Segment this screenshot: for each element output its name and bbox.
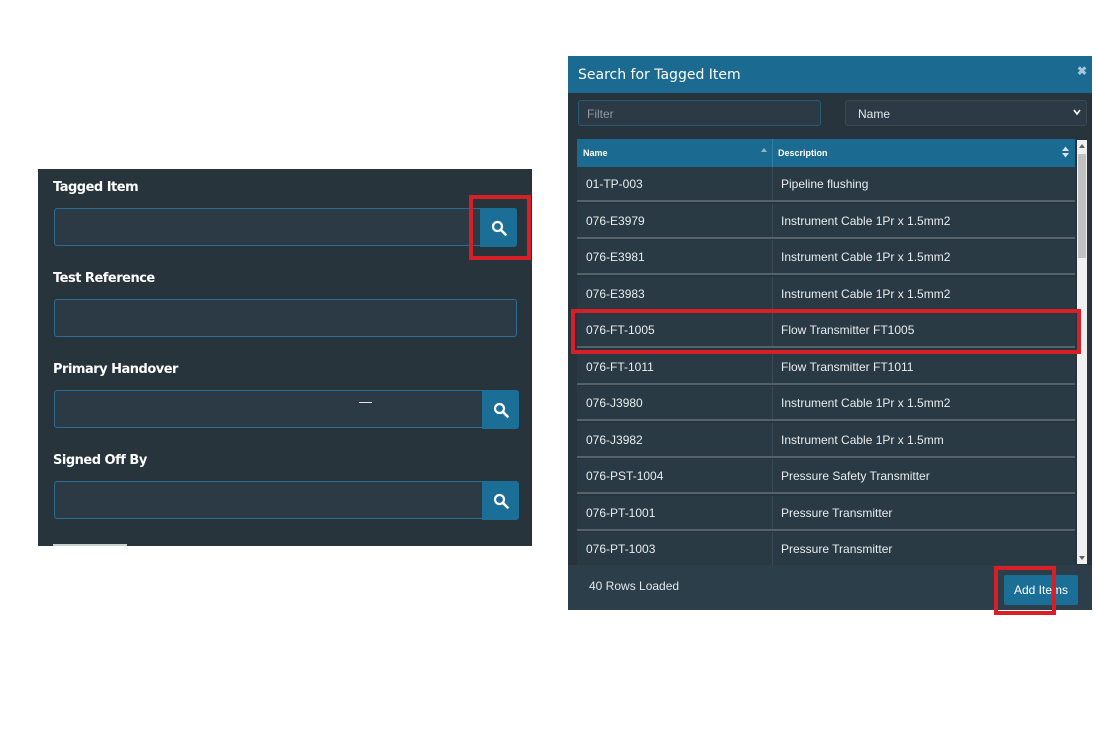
column-select-value: Name — [858, 107, 891, 121]
cell-name: 076-FT-1005 — [586, 323, 655, 337]
cell-name: 076-J3982 — [586, 432, 643, 447]
table-row[interactable]: 01-TP-003 Pipeline flushing — [577, 167, 1075, 202]
cell-description: Instrument Cable 1Pr x 1.5mm2 — [781, 286, 951, 301]
search-icon — [491, 220, 507, 236]
cell-name: 076-E3981 — [586, 250, 645, 264]
cell-description: Instrument Cable 1Pr x 1.5mm — [781, 432, 944, 447]
signed-off-by-input[interactable] — [54, 481, 517, 519]
cell-description: Instrument Cable 1Pr x 1.5mm2 — [781, 213, 951, 228]
table-row[interactable]: 076-E3981 Instrument Cable 1Pr x 1.5mm2 — [577, 240, 1075, 275]
table-row[interactable]: 076-E3983 Instrument Cable 1Pr x 1.5mm2 — [577, 276, 1075, 312]
cell-divider — [772, 276, 773, 310]
primary-handover-label: Primary Handover — [53, 362, 178, 377]
search-icon — [493, 402, 509, 418]
primary-handover-input[interactable] — [54, 390, 517, 428]
test-reference-input[interactable] — [54, 299, 517, 337]
form-panel: Tagged Item Test Reference Primary Hando… — [38, 169, 532, 546]
cell-name: 076-PT-1001 — [586, 505, 656, 520]
filter-input[interactable]: Filter — [578, 100, 821, 126]
cell-description: Flow Transmitter FT1005 — [781, 323, 915, 337]
signed-off-by-search-button[interactable] — [482, 481, 519, 520]
scroll-thumb[interactable] — [1078, 154, 1086, 258]
table-row[interactable]: 076-FT-1011 Flow Transmitter FT1011 — [577, 349, 1075, 385]
search-icon — [493, 493, 509, 509]
signed-off-by-label: Signed Off By — [53, 453, 147, 468]
close-icon[interactable]: ✖ — [1077, 64, 1087, 78]
cell-divider — [772, 313, 773, 346]
search-tagged-item-modal: Search for Tagged Item ✖ Filter Name Nam… — [568, 56, 1092, 610]
cell-description: Pressure Safety Transmitter — [781, 469, 930, 483]
table-row[interactable]: 076-E3979 Instrument Cable 1Pr x 1.5mm2 — [577, 203, 1075, 239]
cell-name: 076-FT-1011 — [586, 359, 654, 374]
cell-divider — [772, 167, 773, 200]
cell-name: 076-PT-1003 — [586, 542, 656, 556]
grid-scrollbar[interactable] — [1077, 140, 1087, 564]
cell-name: 01-TP-003 — [586, 177, 643, 191]
cell-name: 076-E3983 — [586, 286, 645, 301]
grid-header: Name Description — [577, 139, 1075, 167]
table-row[interactable]: 076-PST-1004 Pressure Safety Transmitter — [577, 459, 1075, 494]
primary-handover-search-button[interactable] — [482, 390, 519, 429]
scroll-up-arrow-icon[interactable] — [1079, 143, 1085, 149]
cell-divider — [772, 532, 773, 565]
table-row[interactable]: 076-J3982 Instrument Cable 1Pr x 1.5mm — [577, 422, 1075, 458]
cell-description: Pressure Transmitter — [781, 542, 893, 556]
cell-divider — [772, 349, 773, 383]
modal-header: Search for Tagged Item ✖ — [568, 56, 1092, 93]
tagged-item-input[interactable] — [54, 208, 517, 246]
next-field-label-cut-off — [53, 542, 133, 546]
table-row[interactable]: 076-PT-1001 Pressure Transmitter — [577, 495, 1075, 531]
cell-name: 076-PST-1004 — [586, 469, 664, 483]
cell-divider — [772, 459, 773, 492]
cell-name: 076-J3980 — [586, 396, 643, 410]
test-reference-label: Test Reference — [53, 271, 155, 286]
table-row[interactable]: 076-PT-1003 Pressure Transmitter — [577, 532, 1075, 565]
scroll-down-arrow-icon[interactable] — [1079, 555, 1085, 561]
cell-description: Pipeline flushing — [781, 177, 869, 191]
cell-divider — [772, 203, 773, 237]
table-row[interactable]: 076-FT-1005 Flow Transmitter FT1005 — [577, 313, 1075, 348]
cell-divider — [772, 495, 773, 529]
tagged-item-search-button[interactable] — [480, 208, 517, 247]
column-select[interactable]: Name — [845, 100, 1087, 126]
cell-divider — [772, 240, 773, 273]
text-cursor — [359, 402, 372, 403]
cell-description: Pressure Transmitter — [781, 505, 893, 520]
cell-divider — [772, 386, 773, 419]
sort-ascending-icon[interactable] — [761, 147, 767, 153]
cell-description: Instrument Cable 1Pr x 1.5mm2 — [781, 396, 951, 410]
tagged-item-label: Tagged Item — [53, 180, 139, 195]
cell-description: Instrument Cable 1Pr x 1.5mm2 — [781, 250, 951, 264]
add-items-button[interactable]: Add Items — [1004, 575, 1078, 605]
cell-divider — [772, 422, 773, 456]
chevron-down-icon — [1073, 109, 1081, 116]
header-divider — [772, 139, 773, 167]
column-header-description[interactable]: Description — [778, 148, 828, 158]
rows-loaded-status: 40 Rows Loaded — [589, 579, 680, 593]
table-row[interactable]: 076-J3980 Instrument Cable 1Pr x 1.5mm2 — [577, 386, 1075, 421]
modal-footer: 40 Rows Loaded Add Items — [568, 565, 1092, 610]
results-grid: Name Description 01-TP-003 Pipeline flus… — [577, 139, 1075, 565]
cell-name: 076-E3979 — [586, 213, 645, 228]
column-header-name[interactable]: Name — [583, 148, 608, 158]
sort-icon[interactable] — [1062, 146, 1069, 158]
modal-title: Search for Tagged Item — [578, 67, 741, 83]
cell-description: Flow Transmitter FT1011 — [781, 359, 914, 374]
